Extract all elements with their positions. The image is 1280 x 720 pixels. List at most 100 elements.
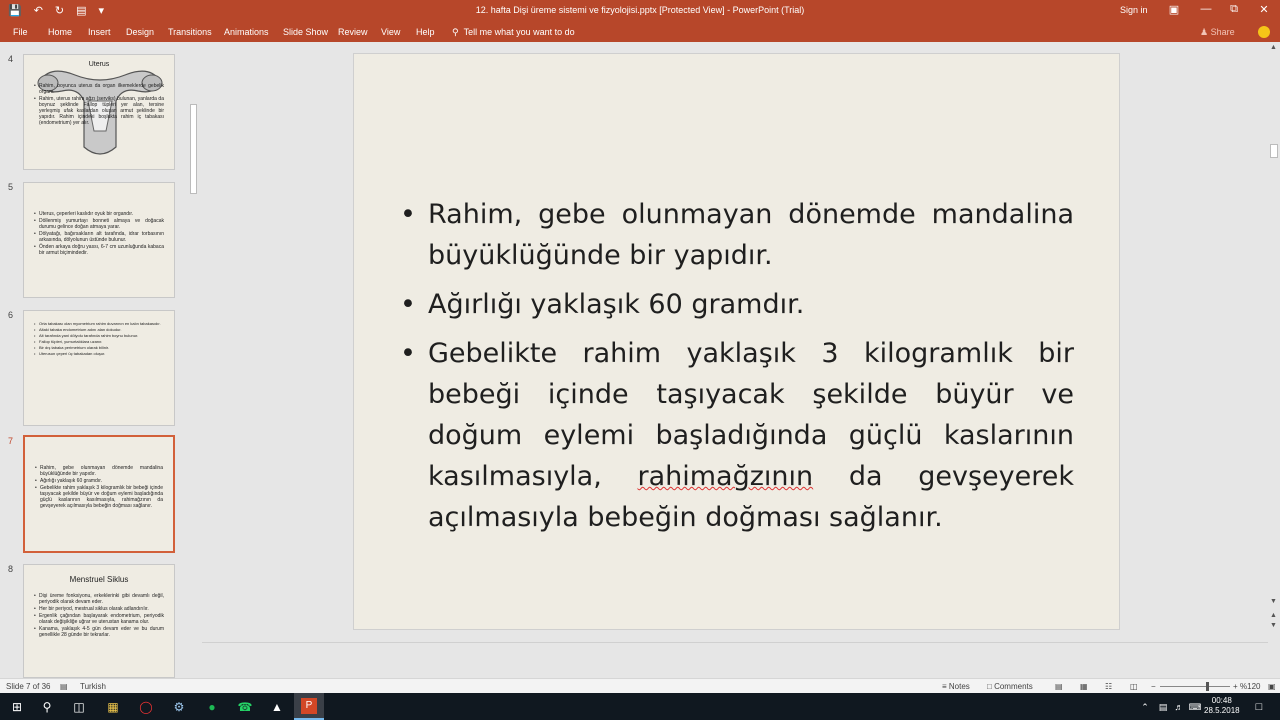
ribbon-tabs: File Home Insert Design Transitions Anim… <box>0 22 1280 42</box>
tab-transitions[interactable]: Transitions <box>168 27 212 37</box>
thumbnail-bullets: Uterus, çeperleri kaslıdır oyuk bir orga… <box>34 211 164 257</box>
thumbnail-bullet: Her bir periyod, mestrual siklus olarak … <box>34 606 164 612</box>
tab-review[interactable]: Review <box>338 27 368 37</box>
status-bar: Slide 7 of 36 ▤ Turkish ≡ Notes □ Commen… <box>0 678 1280 693</box>
thumbnail-bullets: Orta tabakası olan myometrium rahim duva… <box>34 321 164 357</box>
task-view-icon[interactable]: ◫ <box>70 698 88 716</box>
tab-design[interactable]: Design <box>126 27 154 37</box>
slide-bullet[interactable]: Rahim, gebe olunmayan dönemde mandalina … <box>400 194 1074 276</box>
taskbar-clock[interactable]: 00:48 28.5.2018 <box>1204 696 1240 716</box>
file-explorer-icon[interactable]: ▦ <box>104 698 122 716</box>
tell-me-text: Tell me what you want to do <box>463 27 575 37</box>
share-label: Share <box>1210 27 1235 37</box>
thumbnail-bullet: Alt tarafında yani dölyolu tarafında rah… <box>34 333 164 338</box>
thumbnail-bullet: Rahim, gebe olunmayan dönemde mandalina … <box>35 465 163 477</box>
restore-icon[interactable]: ⧉ <box>1224 3 1244 16</box>
windows-start-icon[interactable]: ⊞ <box>8 698 26 716</box>
thumbnail-number: 7 <box>8 436 14 446</box>
comments-button[interactable]: □ Comments <box>987 682 1033 691</box>
close-icon[interactable]: ✕ <box>1254 3 1274 16</box>
slide-show-icon[interactable]: ◫ <box>1130 682 1138 691</box>
fit-slide-icon[interactable]: ▣ <box>1268 682 1276 691</box>
clock-time: 00:48 <box>1211 696 1232 705</box>
whatsapp-icon[interactable]: ☎ <box>236 698 254 716</box>
slide-scrollbar[interactable]: ▲ ▼ ▲ ▼ <box>1268 42 1280 678</box>
slide-counter: Slide 7 of 36 <box>6 682 51 691</box>
lightbulb-icon: ⚲ <box>452 27 459 37</box>
zoom-in-icon[interactable]: + <box>1233 682 1238 691</box>
slide-thumbnail-8[interactable]: Menstruel Siklus Dişi üreme fonksiyonu, … <box>23 564 175 678</box>
tab-home[interactable]: Home <box>48 27 72 37</box>
tell-me-box[interactable]: ⚲ Tell me what you want to do <box>452 27 575 38</box>
next-slide-icon[interactable]: ▼ <box>1270 622 1277 629</box>
thumbnail-bullets: Rahim, boyunca uterus da organ ilkemekle… <box>34 83 164 127</box>
document-title: 12. hafta Dişi üreme sistemi ve fizyoloj… <box>475 5 805 15</box>
slide-bullet[interactable]: Gebelikte rahim yaklaşık 3 kilogramlık b… <box>400 333 1074 538</box>
thumbnail-bullet: Önden arkaya doğru yassı, 6-7 cm uzunluğ… <box>34 244 164 256</box>
ribbon-display-icon[interactable]: ▣ <box>1164 3 1184 16</box>
thumbnail-bullets: Rahim, gebe olunmayan dönemde mandalina … <box>35 465 163 510</box>
zoom-out-icon[interactable]: − <box>1151 682 1156 691</box>
powerpoint-taskbar-button[interactable]: P <box>294 693 324 720</box>
spotify-icon[interactable]: ● <box>203 698 221 716</box>
share-button[interactable]: ♟ Share <box>1200 27 1235 38</box>
keyboard-language-icon[interactable]: ⌨ <box>1186 698 1204 716</box>
thumbnail-bullet: Rahim, boyunca uterus da organ ilkemekle… <box>34 83 164 95</box>
feedback-smile-icon[interactable] <box>1258 26 1270 38</box>
scroll-up-icon[interactable]: ▲ <box>1270 44 1277 51</box>
slide-thumbnail-7[interactable]: Rahim, gebe olunmayan dönemde mandalina … <box>23 435 175 553</box>
thumbnail-number: 8 <box>8 564 14 574</box>
thumbnail-number: 6 <box>8 310 14 320</box>
search-icon[interactable]: ⚲ <box>38 698 56 716</box>
slide-thumbnail-4[interactable]: Uterus Rahim, boyunca uterus da organ il… <box>23 54 175 170</box>
notifications-icon[interactable]: □ <box>1250 698 1268 716</box>
previous-slide-icon[interactable]: ▲ <box>1270 612 1277 619</box>
slide-sorter-icon[interactable]: ▦ <box>1080 682 1088 691</box>
thumbnail-bullet: Rahim, uterus rahim ağzı (serviks) bulun… <box>34 96 164 126</box>
normal-view-icon[interactable]: ▤ <box>1055 682 1063 691</box>
thumbnail-bullet: Ergenlik çağından başlayarak endometrium… <box>34 613 164 625</box>
thumbnail-bullet: Dölyatağı, bağırsakların alt tarafında, … <box>34 231 164 243</box>
thumbnail-bullet: Gebelikte rahim yaklaşık 3 kilogramlık b… <box>35 485 163 509</box>
opera-icon[interactable]: ◯ <box>137 698 155 716</box>
notes-icon: ≡ <box>942 682 947 691</box>
photos-icon[interactable]: ▲ <box>268 698 286 716</box>
zoom-slider[interactable] <box>1160 686 1230 687</box>
slide-bullet[interactable]: Ağırlığı yaklaşık 60 gramdır. <box>400 284 1074 325</box>
tab-slide-show[interactable]: Slide Show <box>283 27 328 37</box>
tab-view[interactable]: View <box>381 27 400 37</box>
powerpoint-icon: P <box>301 698 317 714</box>
proofing-icon[interactable]: ▤ <box>60 682 68 691</box>
zoom-slider-knob[interactable] <box>1206 682 1210 691</box>
slide-scrollbar-thumb[interactable] <box>1270 144 1278 158</box>
slide-thumbnail-6[interactable]: Orta tabakası olan myometrium rahim duva… <box>23 310 175 426</box>
thumbnail-bullet: Döllenmiş yumurtayı bonneti almaya ve do… <box>34 218 164 230</box>
scroll-down-icon[interactable]: ▼ <box>1270 598 1277 605</box>
steam-icon[interactable]: ⚙ <box>170 698 188 716</box>
thumbnail-bullet: Altaki tabaka endometrium adını alan dok… <box>34 327 164 332</box>
misspelled-word[interactable]: rahimağzının <box>638 461 814 492</box>
system-tray-chevron-icon[interactable]: ⌃ <box>1136 698 1154 716</box>
windows-taskbar: ⊞ ⚲ ◫ ▦ ◯ ⚙ ● ☎ ▲ P ⌃ ▤ ♬ ⌨ 00:48 28.5.2… <box>0 693 1280 720</box>
current-slide[interactable]: Rahim, gebe olunmayan dönemde mandalina … <box>353 53 1120 630</box>
thumbnail-bullet: Uterus, çeperleri kaslıdır oyuk bir orga… <box>34 211 164 217</box>
zoom-level[interactable]: %120 <box>1240 682 1260 691</box>
slide-bullet-list: Rahim, gebe olunmayan dönemde mandalina … <box>400 194 1074 546</box>
thumbnail-title: Uterus <box>88 61 110 68</box>
tab-file[interactable]: File <box>13 27 28 37</box>
thumbnail-bullet: Ağırlığı yaklaşık 60 gramdır. <box>35 478 163 484</box>
title-bar: 💾 ↶ ↻ ▤ ▾ 12. hafta Dişi üreme sistemi v… <box>0 0 1280 22</box>
tab-animations[interactable]: Animations <box>224 27 269 37</box>
sign-in-link[interactable]: Sign in <box>1120 5 1148 15</box>
notes-button[interactable]: ≡ Notes <box>942 682 970 691</box>
reading-view-icon[interactable]: ☷ <box>1105 682 1112 691</box>
language-indicator[interactable]: Turkish <box>80 682 106 691</box>
thumbnail-scrollbar-thumb[interactable] <box>190 104 197 194</box>
tab-insert[interactable]: Insert <box>88 27 111 37</box>
thumbnail-scrollbar[interactable] <box>187 46 199 678</box>
minimize-icon[interactable]: — <box>1196 3 1216 15</box>
thumbnail-bullet: Bir dış tabaka perimetrium olarak bilini… <box>34 345 164 350</box>
notes-label: Notes <box>948 682 970 691</box>
tab-help[interactable]: Help <box>416 27 435 37</box>
slide-thumbnail-5[interactable]: Uterus, çeperleri kaslıdır oyuk bir orga… <box>23 182 175 298</box>
